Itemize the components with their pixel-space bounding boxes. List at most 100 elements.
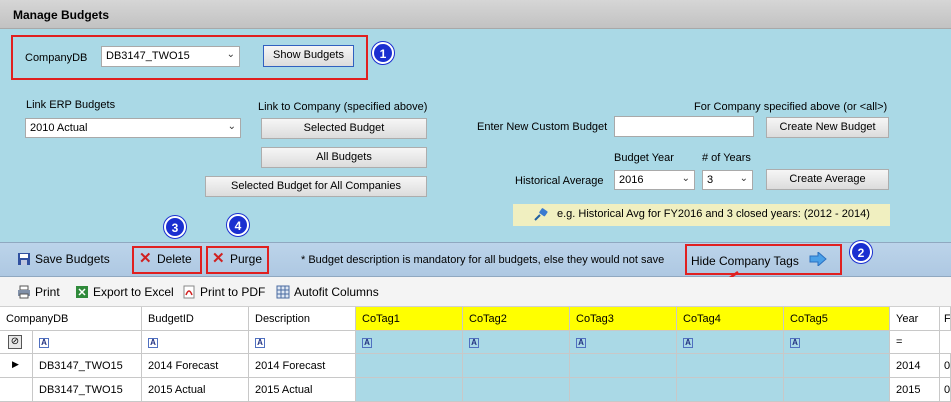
table-cell-f[interactable]: 0 [940,354,951,378]
column-header-cotag2[interactable]: CoTag2 [463,307,570,331]
column-header-cotag5[interactable]: CoTag5 [784,307,890,331]
chevron-down-icon: ⌄ [226,49,235,60]
filter-settings-cell[interactable]: ⊘ [0,331,33,354]
link-erp-select[interactable]: 2010 Actual ⌄ [25,118,241,138]
hide-company-tags-button[interactable]: Hide Company Tags [691,250,827,269]
column-header-description[interactable]: Description [249,307,356,331]
column-header-companydb[interactable]: CompanyDB [0,307,142,331]
company-select[interactable]: DB3147_TWO15 ⌄ [101,46,240,67]
filter-icon: A [255,338,265,348]
filter-year[interactable]: = [890,331,940,354]
table-cell-f[interactable]: 0 [940,378,951,402]
filter-f[interactable] [940,331,951,354]
budget-year-label: Budget Year [614,152,674,164]
table-cell-cotag1[interactable] [356,354,463,378]
table-cell-companydb[interactable]: DB3147_TWO15 [33,354,142,378]
budget-year-value: 2016 [619,174,644,186]
red-x-icon: ✕ [212,250,225,267]
num-years-value: 3 [707,174,714,186]
table-cell-budgetid[interactable]: 2014 Forecast [142,354,249,378]
chevron-down-icon: ⌄ [681,173,690,184]
budget-year-select[interactable]: 2016 ⌄ [614,170,695,190]
show-budgets-button[interactable]: Show Budgets [263,45,354,67]
printer-icon [17,285,31,299]
table-cell-budgetid[interactable]: 2015 Actual [142,378,249,402]
marker-2: 2 [850,241,872,263]
num-years-select[interactable]: 3 ⌄ [702,170,753,190]
filter-icon: A [790,338,800,348]
table-cell-year[interactable]: 2014 [890,354,940,378]
table-cell-companydb[interactable]: DB3147_TWO15 [33,378,142,402]
column-header-cotag4[interactable]: CoTag4 [677,307,784,331]
custom-budget-input[interactable] [614,116,754,137]
filter-settings-icon: ⊘ [8,335,22,349]
purge-button[interactable]: ✕ Purge [212,250,263,267]
historical-average-label: Historical Average [515,175,604,187]
column-header-cotag3[interactable]: CoTag3 [570,307,677,331]
pushpin-icon [533,206,551,225]
selected-budget-button[interactable]: Selected Budget [261,118,427,139]
table-cell-description[interactable]: 2014 Forecast [249,354,356,378]
filter-icon: A [576,338,586,348]
table-cell-cotag1[interactable] [356,378,463,402]
filter-cotag4[interactable]: A [677,331,784,354]
save-budgets-button[interactable]: Save Budgets [17,252,110,266]
row-selector[interactable] [0,378,33,402]
excel-icon [75,285,89,299]
table-cell-cotag5[interactable] [784,354,890,378]
column-header-f[interactable]: F [940,307,951,331]
company-select-value: DB3147_TWO15 [106,50,190,62]
table-cell-cotag5[interactable] [784,378,890,402]
filter-cotag3[interactable]: A [570,331,677,354]
filter-icon: A [39,338,49,348]
all-budgets-button[interactable]: All Budgets [261,147,427,168]
filter-cotag1[interactable]: A [356,331,463,354]
column-header-year[interactable]: Year [890,307,940,331]
column-header-cotag1[interactable]: CoTag1 [356,307,463,331]
filter-companydb[interactable]: A [33,331,142,354]
hide-company-tags-label: Hide Company Tags [691,253,799,268]
marker-1: 1 [372,42,394,64]
autofit-columns-button[interactable]: Autofit Columns [276,285,379,299]
table-cell-cotag2[interactable] [463,354,570,378]
table-cell-cotag4[interactable] [677,354,784,378]
filter-cotag5[interactable]: A [784,331,890,354]
table-icon [276,285,290,299]
table-cell-cotag3[interactable] [570,378,677,402]
create-new-budget-button[interactable]: Create New Budget [766,117,889,138]
filter-icon: A [683,338,693,348]
table-cell-year[interactable]: 2015 [890,378,940,402]
table-cell-description[interactable]: 2015 Actual [249,378,356,402]
print-pdf-button[interactable]: Print to PDF [182,285,265,299]
filter-description[interactable]: A [249,331,356,354]
print-pdf-label: Print to PDF [200,285,266,299]
purge-label: Purge [230,252,263,266]
table-cell-cotag2[interactable] [463,378,570,402]
filter-icon: A [148,338,158,348]
print-button[interactable]: Print [17,285,60,299]
create-average-button[interactable]: Create Average [766,169,889,190]
chevron-down-icon: ⌄ [227,121,236,132]
hint-bar: e.g. Historical Avg for FY2016 and 3 clo… [513,204,890,226]
custom-budget-label: Enter New Custom Budget [477,121,608,133]
column-header-budgetid[interactable]: BudgetID [142,307,249,331]
delete-button[interactable]: ✕ Delete [139,250,192,267]
save-budgets-label: Save Budgets [35,252,110,266]
custom-budget-header: For Company specified above (or <all>) [694,101,888,113]
autofit-columns-label: Autofit Columns [294,285,379,299]
marker-4: 4 [227,214,249,236]
table-cell-cotag3[interactable] [570,354,677,378]
marker-3: 3 [164,216,186,238]
num-years-label: # of Years [702,152,751,164]
row-selector-current[interactable]: ▶ [0,354,33,378]
table-cell-cotag4[interactable] [677,378,784,402]
mandatory-note: * Budget description is mandatory for al… [301,254,665,266]
filter-cotag2[interactable]: A [463,331,570,354]
red-x-icon: ✕ [139,250,152,267]
print-label: Print [35,285,60,299]
filter-icon: A [362,338,372,348]
export-excel-button[interactable]: Export to Excel [75,285,174,299]
filter-budgetid[interactable]: A [142,331,249,354]
selected-budget-all-companies-button[interactable]: Selected Budget for All Companies [205,176,427,197]
filter-icon: A [469,338,479,348]
